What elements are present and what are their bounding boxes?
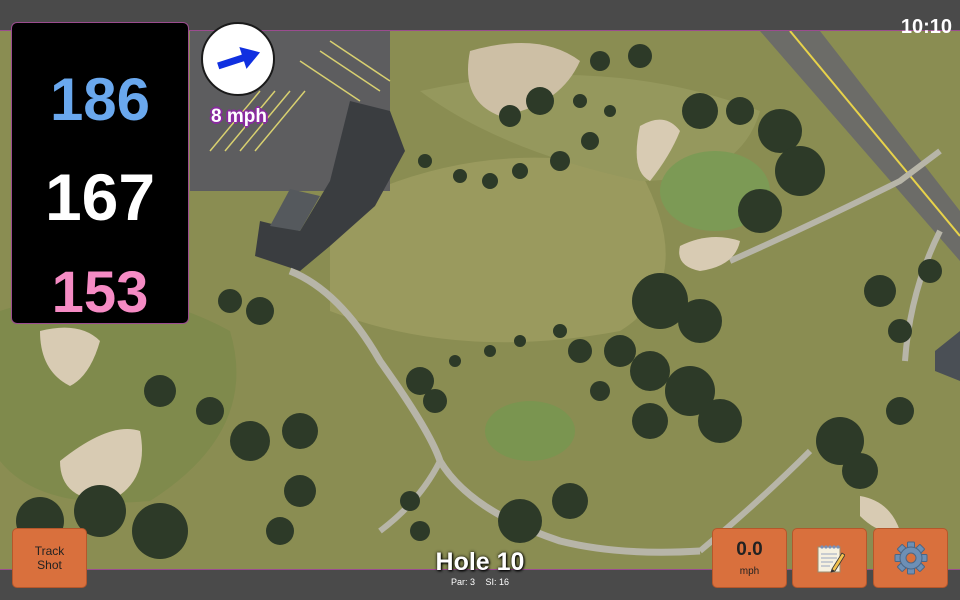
speed-unit: mph xyxy=(739,565,760,577)
settings-button[interactable] xyxy=(873,528,948,588)
gear-icon xyxy=(894,541,927,575)
back-yardage: 186 xyxy=(49,66,151,133)
hole-info: Par: 3 SI: 16 xyxy=(380,577,580,587)
notepad-icon xyxy=(817,545,845,573)
clock: 10:10 xyxy=(900,16,952,38)
track-shot-button[interactable]: Track Shot xyxy=(12,528,87,588)
speed-button[interactable]: 0.0 mph xyxy=(712,528,787,588)
notes-button[interactable] xyxy=(792,528,867,588)
arrow-right-icon xyxy=(217,46,261,70)
front-yardage: 153 xyxy=(51,260,149,325)
wind-speed-label: 8 mph xyxy=(211,106,267,127)
hole-par: Par: 3 xyxy=(450,577,475,587)
wind-indicator xyxy=(201,22,275,96)
center-yardage: 167 xyxy=(44,160,156,234)
yardage-panel: 186 167 153 xyxy=(11,22,189,325)
hole-stroke-index: SI: 16 xyxy=(485,577,510,587)
speed-value: 0.0 xyxy=(736,538,763,560)
hole-title: Hole 10 xyxy=(435,548,525,576)
track-shot-label: Track Shot xyxy=(34,544,65,572)
